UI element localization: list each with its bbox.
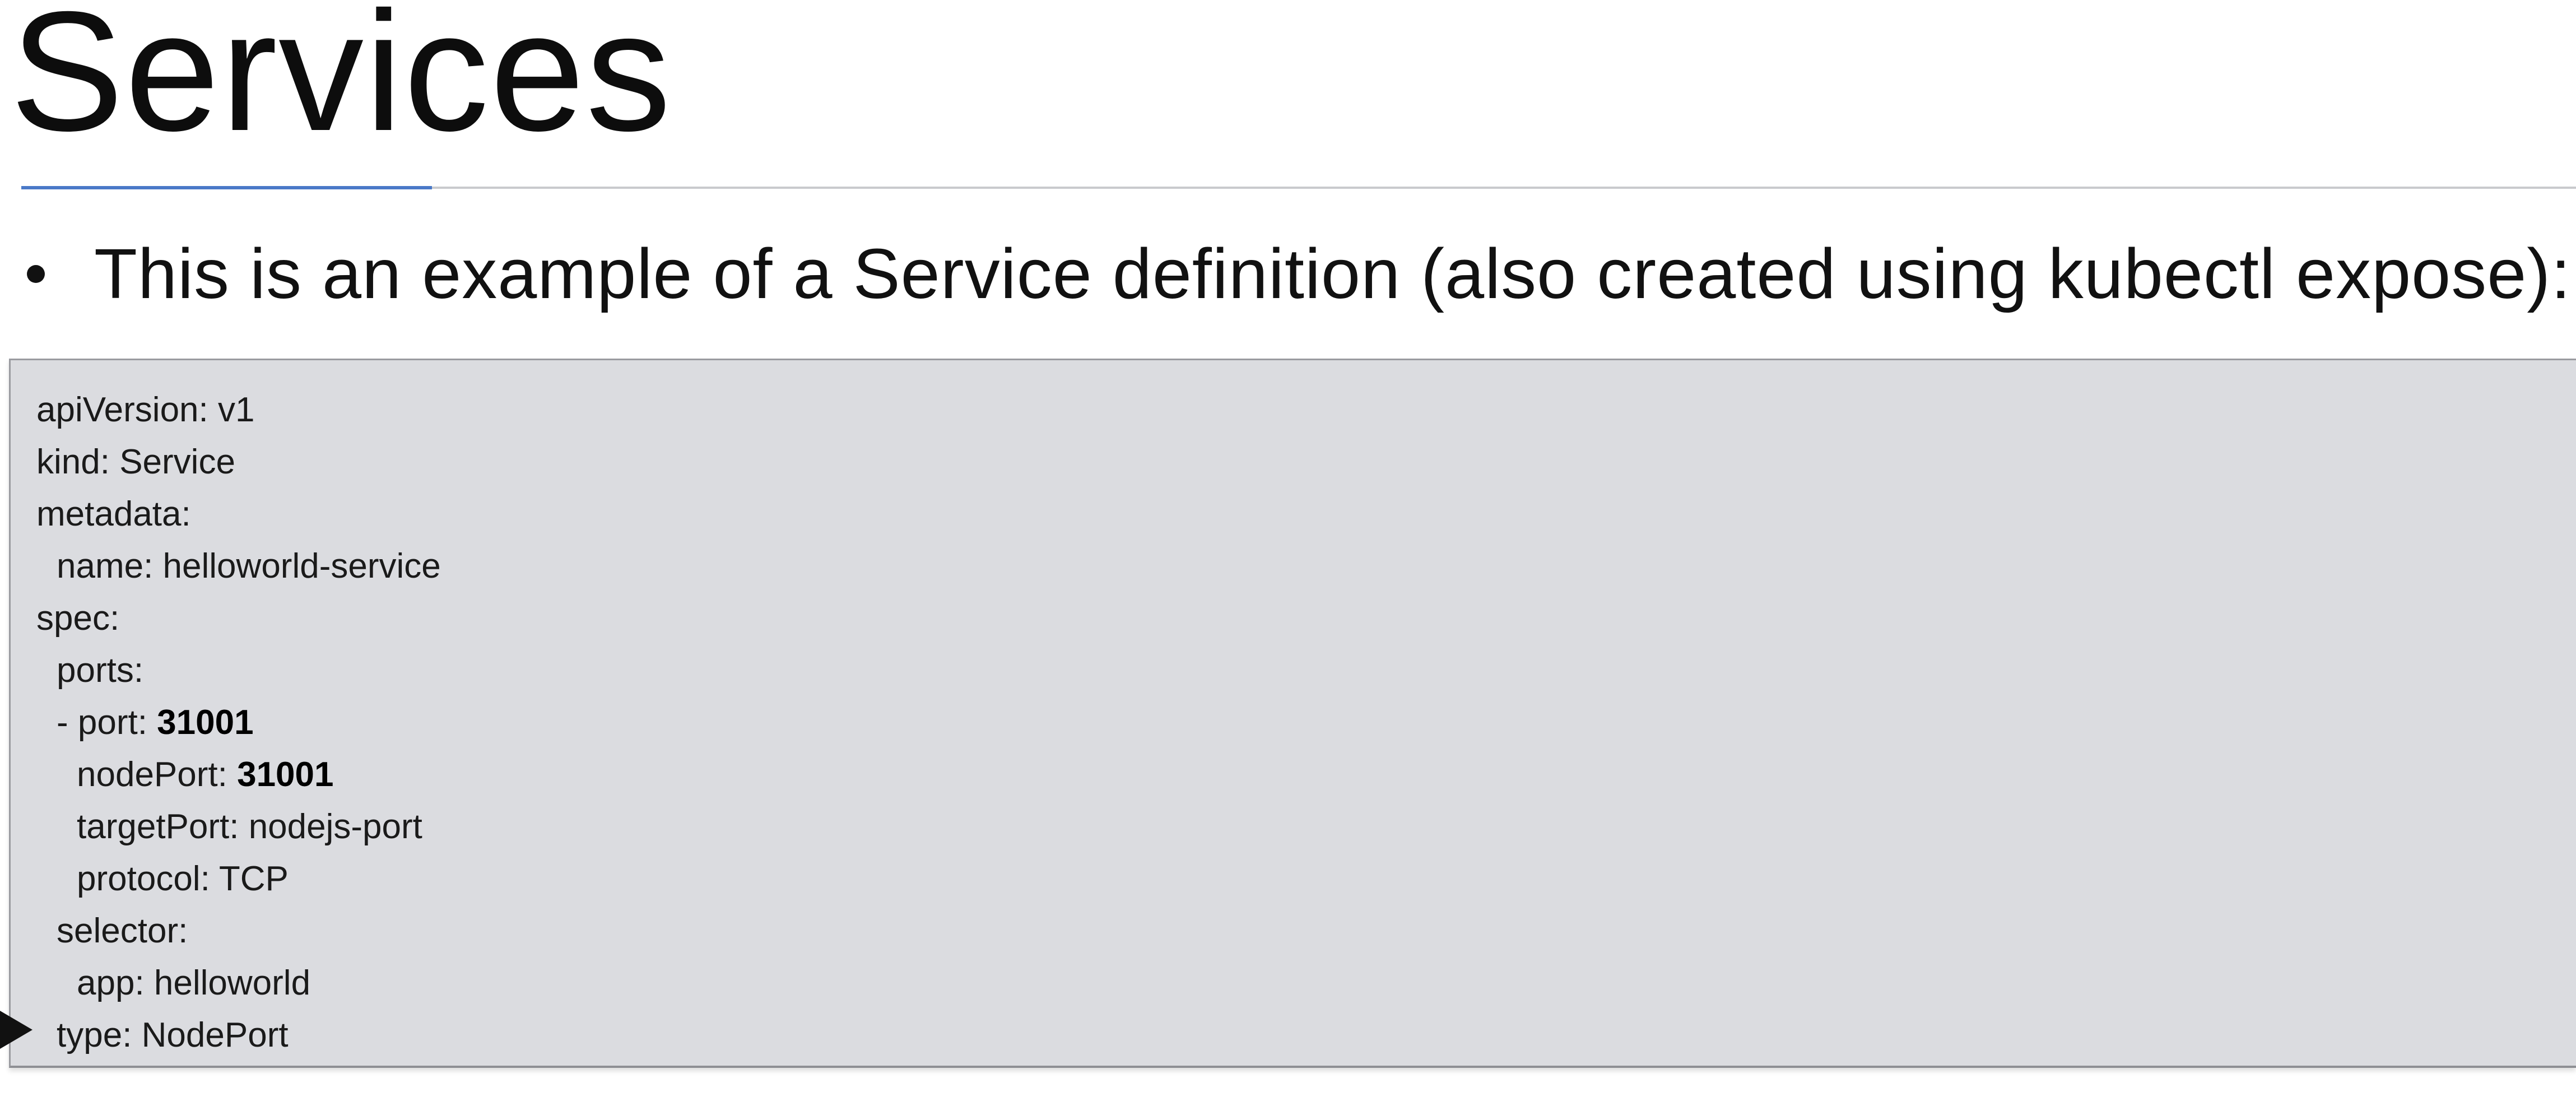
code-value-bold: 31001 xyxy=(237,755,334,794)
bullet-item: This is an example of a Service definiti… xyxy=(27,235,2571,313)
code-line-metadata: metadata: xyxy=(36,488,441,540)
code-line-target-port: targetPort: nodejs-port xyxy=(36,801,441,853)
title-accent-underline xyxy=(21,186,432,189)
code-key: ports: xyxy=(57,651,144,690)
code-line-spec: spec: xyxy=(36,592,441,644)
code-key: type: xyxy=(57,1016,142,1054)
slide: Services This is an example of a Service… xyxy=(0,0,2576,1106)
code-line-type: type: NodePort xyxy=(36,1009,441,1061)
code-block: apiVersion: v1 kind: Service metadata: n… xyxy=(9,359,2576,1068)
code-line-app: app: helloworld xyxy=(36,957,441,1009)
code-line-kind: kind: Service xyxy=(36,436,441,488)
code-line-name: name: helloworld-service xyxy=(36,540,441,592)
code-key: selector: xyxy=(57,912,188,950)
code-line-selector: selector: xyxy=(36,905,441,957)
code-line-node-port: nodePort: 31001 xyxy=(36,749,441,801)
code-key: apiVersion: xyxy=(36,391,218,429)
code-key: protocol: xyxy=(77,859,219,898)
code-key: targetPort: xyxy=(77,807,249,846)
code-line-api-version: apiVersion: v1 xyxy=(36,384,441,436)
bullet-dot-icon xyxy=(27,265,45,284)
code-key: name: xyxy=(57,547,163,585)
code-key: metadata: xyxy=(36,495,191,533)
code-key: spec: xyxy=(36,599,120,638)
code-value: nodejs-port xyxy=(248,807,422,846)
pointer-arrow-icon xyxy=(0,1011,32,1049)
bullet-text: This is an example of a Service definiti… xyxy=(94,234,2572,313)
code-line-ports: ports: xyxy=(36,644,441,696)
code-value: v1 xyxy=(218,391,255,429)
code-value: NodePort xyxy=(141,1016,289,1054)
slide-title: Services xyxy=(10,0,672,166)
code-key: app: xyxy=(77,964,154,1002)
code-lines: apiVersion: v1 kind: Service metadata: n… xyxy=(36,384,441,1061)
code-line-port: - port: 31001 xyxy=(36,696,441,749)
code-key: - port: xyxy=(57,703,157,742)
code-key: nodePort: xyxy=(77,755,238,794)
code-value: helloworld xyxy=(154,964,311,1002)
code-value: Service xyxy=(119,443,235,481)
code-line-protocol: protocol: TCP xyxy=(36,853,441,905)
code-value-bold: 31001 xyxy=(157,703,254,742)
code-value: helloworld-service xyxy=(162,547,441,585)
code-value: TCP xyxy=(218,859,289,898)
code-key: kind: xyxy=(36,443,120,481)
